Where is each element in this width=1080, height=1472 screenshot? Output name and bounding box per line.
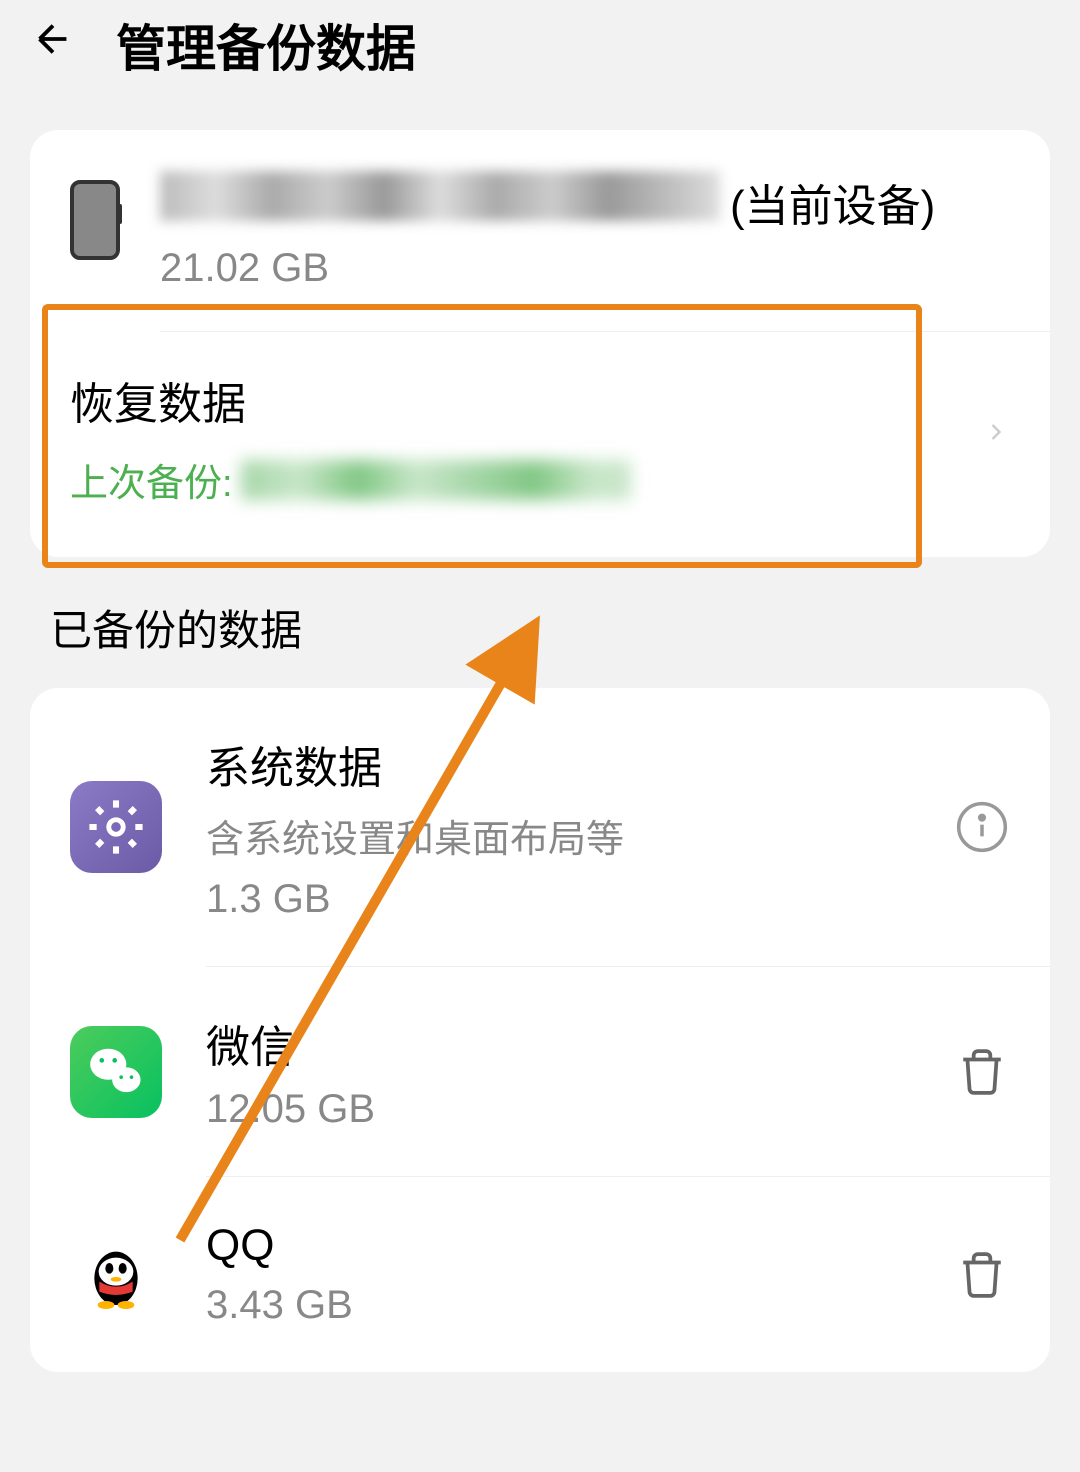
app-row-system[interactable]: 系统数据 含系统设置和桌面布局等 1.3 GB	[30, 688, 1050, 966]
app-desc: 含系统设置和桌面布局等	[206, 808, 910, 863]
section-title: 已备份的数据	[50, 597, 1040, 658]
device-size: 21.02 GB	[160, 246, 1010, 291]
restore-title: 恢复数据	[70, 368, 982, 432]
device-card: (当前设备) 21.02 GB 恢复数据 上次备份:	[30, 130, 1050, 557]
app-name: 系统数据	[206, 732, 910, 796]
app-row-wechat[interactable]: 微信 12.05 GB	[30, 967, 1050, 1176]
gear-icon	[70, 781, 162, 873]
page-title: 管理备份数据	[116, 9, 416, 81]
app-name: QQ	[206, 1221, 910, 1271]
redacted-backup-time	[241, 460, 631, 500]
chevron-right-icon	[982, 408, 1010, 468]
app-name: 微信	[206, 1011, 910, 1075]
redacted-device-name	[160, 171, 720, 221]
app-row-qq[interactable]: QQ 3.43 GB	[30, 1177, 1050, 1372]
device-name: (当前设备)	[160, 170, 1010, 234]
phone-icon	[70, 180, 120, 260]
app-size: 1.3 GB	[206, 877, 910, 922]
qq-icon	[70, 1229, 162, 1321]
app-size: 12.05 GB	[206, 1087, 910, 1132]
wechat-icon	[70, 1026, 162, 1118]
app-size: 3.43 GB	[206, 1283, 910, 1328]
device-row[interactable]: (当前设备) 21.02 GB	[30, 130, 1050, 331]
trash-icon[interactable]	[954, 1044, 1010, 1100]
header: 管理备份数据	[0, 0, 1080, 90]
last-backup: 上次备份:	[70, 452, 982, 507]
back-arrow-icon[interactable]	[30, 16, 76, 74]
trash-icon[interactable]	[954, 1247, 1010, 1303]
apps-card: 系统数据 含系统设置和桌面布局等 1.3 GB 微信	[30, 688, 1050, 1372]
restore-data-row[interactable]: 恢复数据 上次备份:	[30, 332, 1050, 557]
info-icon[interactable]	[954, 799, 1010, 855]
